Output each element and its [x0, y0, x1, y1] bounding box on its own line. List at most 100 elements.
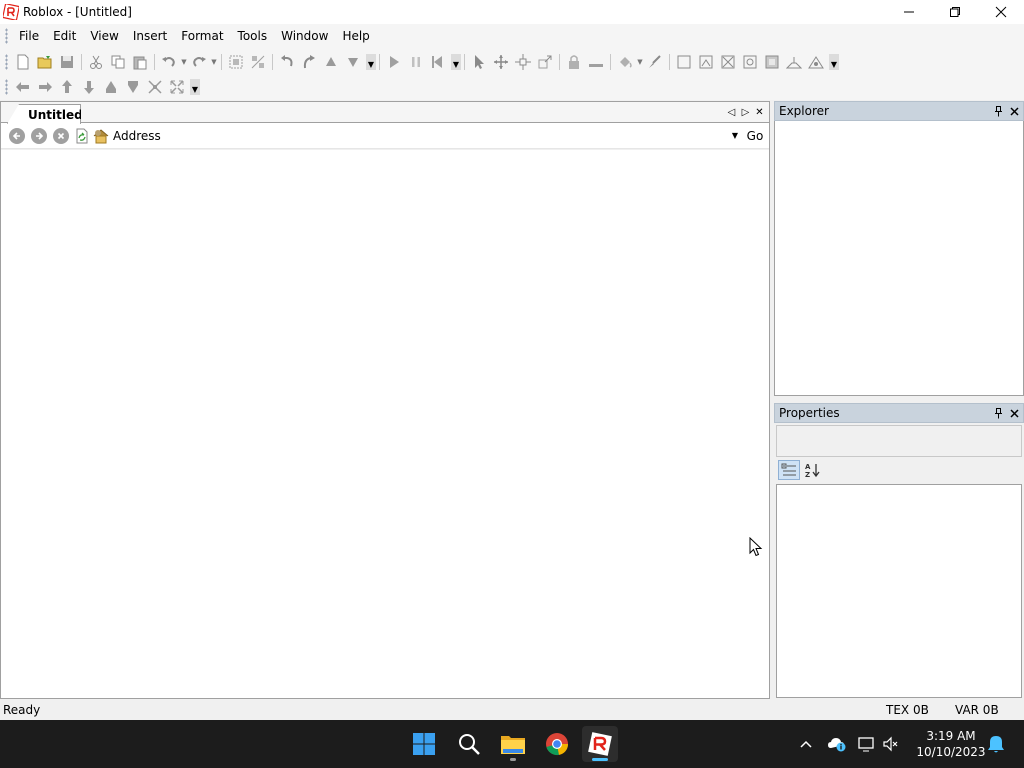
- search-button[interactable]: [451, 726, 487, 762]
- redo-dropdown[interactable]: ▼: [210, 51, 218, 73]
- paste-button[interactable]: [129, 51, 151, 73]
- toolbar-grip[interactable]: [5, 79, 8, 95]
- roblox-studio-button[interactable]: [582, 726, 618, 762]
- surface-smooth-button[interactable]: [673, 51, 695, 73]
- forward-button[interactable]: [31, 127, 47, 144]
- tilt-down-button[interactable]: [78, 76, 100, 98]
- lock-button[interactable]: [563, 51, 585, 73]
- explorer-tree[interactable]: [774, 121, 1024, 396]
- rotate-left-button[interactable]: [276, 51, 298, 73]
- anchor-button[interactable]: [585, 51, 607, 73]
- surface-inlet-button[interactable]: [761, 51, 783, 73]
- explorer-title: Explorer: [779, 104, 829, 118]
- menu-insert[interactable]: Insert: [126, 24, 174, 48]
- close-button[interactable]: [978, 0, 1024, 24]
- home-button[interactable]: [93, 128, 109, 144]
- tab-untitled[interactable]: Untitled: [7, 104, 81, 124]
- move-tool-button[interactable]: [512, 51, 534, 73]
- select-tool-button[interactable]: [468, 51, 490, 73]
- menu-tools[interactable]: Tools: [231, 24, 275, 48]
- resize-tool-button[interactable]: [534, 51, 556, 73]
- surface-motor-button[interactable]: [805, 51, 827, 73]
- save-button[interactable]: [56, 51, 78, 73]
- toolbar-separator: [610, 54, 611, 70]
- ungroup-button[interactable]: [247, 51, 269, 73]
- chrome-button[interactable]: [539, 726, 575, 762]
- toolbar-overflow-button[interactable]: ▼: [190, 79, 200, 95]
- surface-studs-button[interactable]: [739, 51, 761, 73]
- redo-button[interactable]: [188, 51, 210, 73]
- brush-icon: [649, 55, 661, 68]
- toolbar-grip[interactable]: [5, 54, 8, 70]
- toolbar-separator: [272, 54, 273, 70]
- material-button[interactable]: [644, 51, 666, 73]
- zoom-extents-button[interactable]: [144, 76, 166, 98]
- open-button[interactable]: [34, 51, 56, 73]
- undo-button[interactable]: [158, 51, 180, 73]
- menu-file[interactable]: File: [12, 24, 46, 48]
- minimize-button[interactable]: [886, 0, 932, 24]
- toolbar-overflow-button[interactable]: ▼: [829, 54, 839, 70]
- tab-scroll-left-icon[interactable]: ◁: [726, 105, 737, 119]
- group-button[interactable]: [225, 51, 247, 73]
- menu-edit[interactable]: Edit: [46, 24, 83, 48]
- move-down-button[interactable]: [342, 51, 364, 73]
- alphabetical-button[interactable]: AZ: [801, 460, 823, 480]
- pin-icon[interactable]: [993, 406, 1004, 420]
- properties-grid[interactable]: [776, 484, 1022, 698]
- go-button[interactable]: Go: [741, 129, 769, 143]
- properties-object-selector[interactable]: [776, 425, 1022, 457]
- address-input[interactable]: [166, 126, 729, 145]
- pan-right-button[interactable]: [34, 76, 56, 98]
- copy-button[interactable]: [107, 51, 129, 73]
- play-button[interactable]: [383, 51, 405, 73]
- notifications-button[interactable]: [987, 734, 1005, 757]
- categorized-button[interactable]: [778, 460, 800, 480]
- clock[interactable]: 3:19 AM 10/10/2023: [916, 728, 986, 760]
- move-up-button[interactable]: [320, 51, 342, 73]
- zoom-in-button[interactable]: [100, 76, 122, 98]
- toolbar-overflow-button[interactable]: ▼: [451, 54, 461, 70]
- stop-button[interactable]: [53, 127, 69, 144]
- volume-button[interactable]: [880, 736, 902, 752]
- surface-glue-button[interactable]: [695, 51, 717, 73]
- menu-grip[interactable]: [5, 28, 8, 44]
- file-explorer-button[interactable]: [495, 726, 531, 762]
- refresh-button[interactable]: [75, 128, 89, 144]
- paint-button[interactable]: [614, 51, 636, 73]
- zoom-out-button[interactable]: [122, 76, 144, 98]
- close-document-icon[interactable]: ✕: [754, 105, 765, 119]
- pin-icon[interactable]: [993, 104, 1004, 118]
- new-button[interactable]: [12, 51, 34, 73]
- home-icon: [93, 128, 109, 143]
- pause-button[interactable]: [405, 51, 427, 73]
- drag-tool-button[interactable]: [490, 51, 512, 73]
- tilt-up-button[interactable]: [56, 76, 78, 98]
- surface-hinge-button[interactable]: [783, 51, 805, 73]
- undo-dropdown[interactable]: ▼: [180, 51, 188, 73]
- tab-scroll-right-icon[interactable]: ▷: [740, 105, 751, 119]
- menu-help[interactable]: Help: [335, 24, 376, 48]
- menu-format[interactable]: Format: [174, 24, 230, 48]
- pan-left-button[interactable]: [12, 76, 34, 98]
- close-icon[interactable]: [1009, 406, 1020, 420]
- menu-window[interactable]: Window: [274, 24, 335, 48]
- address-dropdown-icon[interactable]: ▼: [729, 131, 741, 140]
- reset-button[interactable]: [427, 51, 449, 73]
- onedrive-button[interactable]: [822, 736, 852, 752]
- fit-view-button[interactable]: [166, 76, 188, 98]
- cut-button[interactable]: [85, 51, 107, 73]
- surface-weld-button[interactable]: [717, 51, 739, 73]
- show-hidden-icons-button[interactable]: [796, 740, 816, 748]
- arrow-up-bold-icon: [106, 81, 116, 93]
- paint-dropdown[interactable]: ▼: [636, 51, 644, 73]
- restore-button[interactable]: [932, 0, 978, 24]
- toolbar-overflow-button[interactable]: ▼: [366, 54, 376, 70]
- back-button[interactable]: [9, 127, 25, 144]
- document-content[interactable]: [1, 150, 769, 698]
- tilt-button[interactable]: [298, 51, 320, 73]
- network-button[interactable]: [854, 736, 880, 752]
- close-icon[interactable]: [1009, 104, 1020, 118]
- menu-view[interactable]: View: [83, 24, 125, 48]
- start-button[interactable]: [406, 726, 442, 762]
